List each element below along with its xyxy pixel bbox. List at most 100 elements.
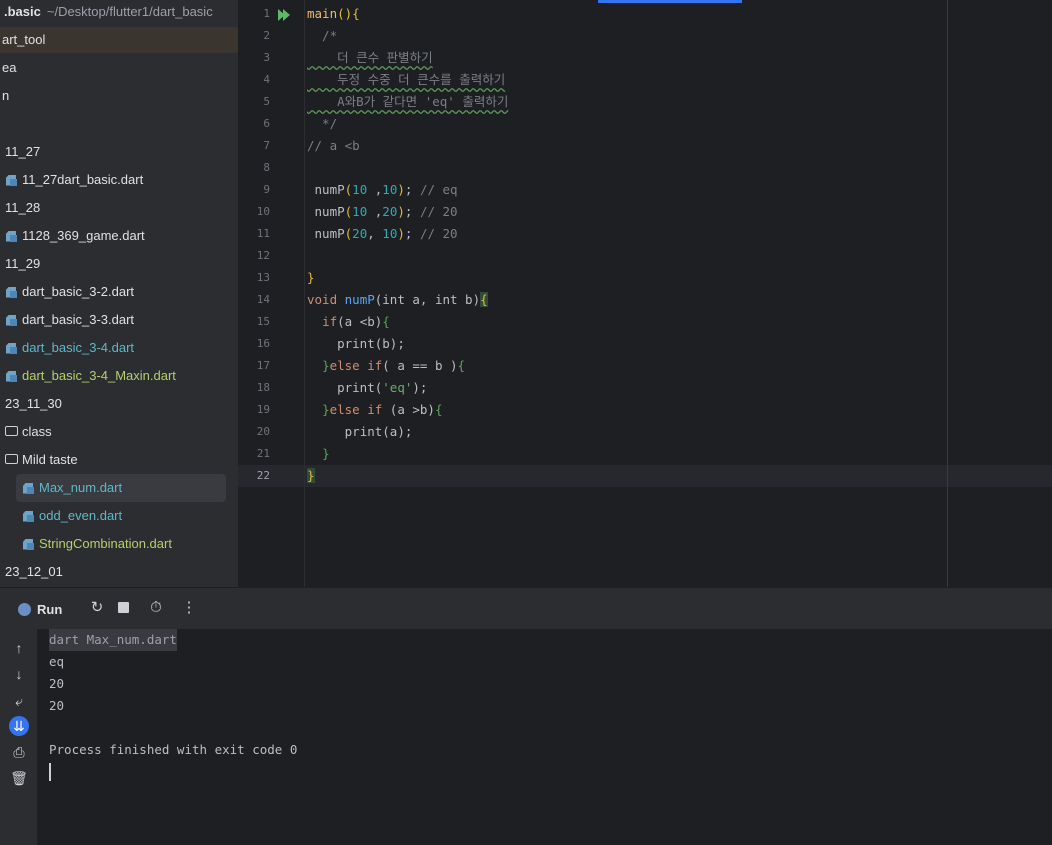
run-main-icon[interactable] (277, 8, 291, 22)
line-number: 5 (263, 95, 270, 108)
tree-item-label: 11_29 (5, 256, 41, 271)
line-number: 11 (256, 227, 270, 240)
tree-item-folder-class[interactable]: class (5, 419, 52, 445)
code-line[interactable]: if(a <b){ (307, 311, 390, 333)
tree-item-label: dart_basic_3-4.dart (22, 340, 135, 355)
tree-item-bin[interactable]: n (2, 83, 9, 109)
line-number: 7 (263, 139, 270, 152)
line-number: 17 (256, 359, 270, 372)
code-line[interactable]: void numP(int a, int b){ (307, 289, 488, 311)
code-line[interactable]: }else if( a == b ){ (307, 355, 465, 377)
code-line[interactable]: numP(10 ,20); // 20 (307, 201, 458, 223)
code-token-number: 10 (382, 182, 398, 197)
line-number: 14 (256, 293, 270, 306)
code-token-brace: { (434, 402, 443, 417)
tree-item-idea[interactable]: ea (2, 55, 16, 81)
line-number: 4 (263, 73, 270, 86)
code-token-number: 10 (382, 226, 398, 241)
code-line-comment[interactable]: 더 큰수 판별하기 (307, 47, 433, 69)
line-number: 1 (263, 7, 270, 20)
more-icon[interactable]: ⋮ (180, 599, 198, 617)
tree-item-label: ea (2, 60, 17, 75)
trash-icon[interactable]: 🗑 (9, 768, 29, 788)
code-line-comment[interactable]: // a <b (307, 135, 360, 157)
tree-item-folder-mild-taste[interactable]: Mild taste (5, 447, 78, 473)
tree-item-file-selected[interactable]: Max_num.dart (16, 474, 226, 502)
code-line-comment[interactable]: 두정 수중 더 큰수를 출력하기 (307, 69, 505, 91)
code-token-call: numP (314, 204, 345, 219)
code-token-brace: } (307, 468, 315, 483)
code-token-brace: } (322, 402, 330, 417)
line-number: 2 (263, 29, 270, 42)
tree-item-label: Max_num.dart (39, 480, 123, 495)
tree-item-file[interactable]: dart_basic_3-3.dart (5, 307, 134, 333)
tree-item-folder-23-11-30[interactable]: 23_11_30 (5, 391, 62, 417)
code-token-comment: // eq (419, 182, 458, 197)
code-line[interactable]: print(b); (307, 333, 405, 355)
tree-item-file[interactable]: dart_basic_3-2.dart (5, 279, 134, 305)
code-token-comment: // 20 (419, 226, 458, 241)
code-token-function: main (307, 6, 338, 21)
code-token-comment: A와B가 같다면 'eq' 출력하기 (307, 94, 509, 109)
code-token-params: (int a, int b) (374, 292, 481, 307)
print-icon[interactable]: ⎙ (9, 742, 29, 762)
line-number: 16 (256, 337, 270, 350)
code-line[interactable]: } (307, 443, 330, 465)
code-line[interactable]: numP(20, 10); // 20 (307, 223, 458, 245)
tree-item-label: art_tool (2, 32, 46, 47)
code-line-current[interactable]: } (307, 465, 315, 487)
project-root-path: ~/Desktop/flutter1/dart_basic (46, 4, 213, 19)
project-root-row[interactable]: .basic ~/Desktop/flutter1/dart_basic (4, 0, 213, 24)
code-token-brace: { (382, 314, 390, 329)
dart-file-icon (22, 538, 35, 551)
tree-item-label: 23_12_01 (5, 564, 63, 579)
run-tab-label: Run (37, 601, 63, 617)
code-line[interactable]: print('eq'); (307, 377, 427, 399)
tree-item-label: dart_basic_3-4_Maxin.dart (22, 368, 176, 383)
code-line[interactable]: numP(10 ,10); // eq (307, 179, 458, 201)
tree-item-folder-11-27[interactable]: 11_27 (5, 139, 40, 165)
tree-item-file[interactable]: odd_even.dart (22, 503, 122, 529)
console-output-line: 20 (49, 698, 65, 713)
code-token-args: (b); (374, 336, 405, 351)
timer-icon[interactable]: ⏱ (147, 599, 165, 617)
dart-file-icon (5, 370, 18, 383)
run-console[interactable] (37, 629, 1052, 845)
console-output-line: eq (49, 654, 65, 669)
tree-item-file[interactable]: dart_basic_3-4_Maxin.dart (5, 363, 176, 389)
scroll-to-end-icon[interactable]: ⇊ (9, 716, 29, 736)
code-line[interactable]: } (307, 267, 315, 289)
code-line-comment[interactable]: /* (307, 25, 337, 47)
code-line[interactable]: print(a); (307, 421, 413, 443)
rerun-icon[interactable]: ↻ (88, 599, 106, 617)
tree-item-label: n (2, 88, 10, 103)
tree-item-folder-11-29[interactable]: 11_29 (5, 251, 40, 277)
stop-icon[interactable] (114, 599, 132, 617)
tree-item-file[interactable]: 1128_369_game.dart (5, 223, 145, 249)
code-line-comment[interactable]: A와B가 같다면 'eq' 출력하기 (307, 91, 508, 113)
tree-item-folder-23-12-01[interactable]: 23_12_01 (5, 559, 63, 585)
tree-item-file[interactable]: StringCombination.dart (22, 531, 172, 557)
tree-item-dart-tool[interactable]: art_tool (0, 27, 238, 53)
code-line-comment[interactable]: */ (307, 113, 337, 135)
dart-file-icon (5, 230, 18, 243)
line-number: 3 (263, 51, 270, 64)
code-token-number: 20 (352, 226, 368, 241)
soft-wrap-icon[interactable]: ⤶ (9, 691, 29, 711)
code-line[interactable]: }else if (a >b){ (307, 399, 443, 421)
arrow-down-icon[interactable]: ↓ (9, 664, 29, 684)
arrow-up-icon[interactable]: ↑ (9, 638, 29, 658)
dart-file-icon (5, 342, 18, 355)
tree-item-file[interactable]: 11_27dart_basic.dart (5, 167, 143, 193)
console-exit-line: Process finished with exit code 0 (49, 742, 298, 757)
code-token-brace: { (457, 358, 466, 373)
tree-item-label: 11_27dart_basic.dart (22, 172, 144, 187)
active-tab-indicator (598, 0, 742, 3)
tree-item-file[interactable]: dart_basic_3-4.dart (5, 335, 134, 361)
tree-item-folder-11-28[interactable]: 11_28 (5, 195, 40, 221)
run-tab[interactable]: Run (10, 596, 70, 622)
code-token-brace: } (322, 358, 330, 373)
code-token-keyword: if (322, 314, 338, 329)
code-line[interactable]: main(){ (307, 3, 360, 25)
tree-item-label: 23_11_30 (5, 396, 62, 411)
